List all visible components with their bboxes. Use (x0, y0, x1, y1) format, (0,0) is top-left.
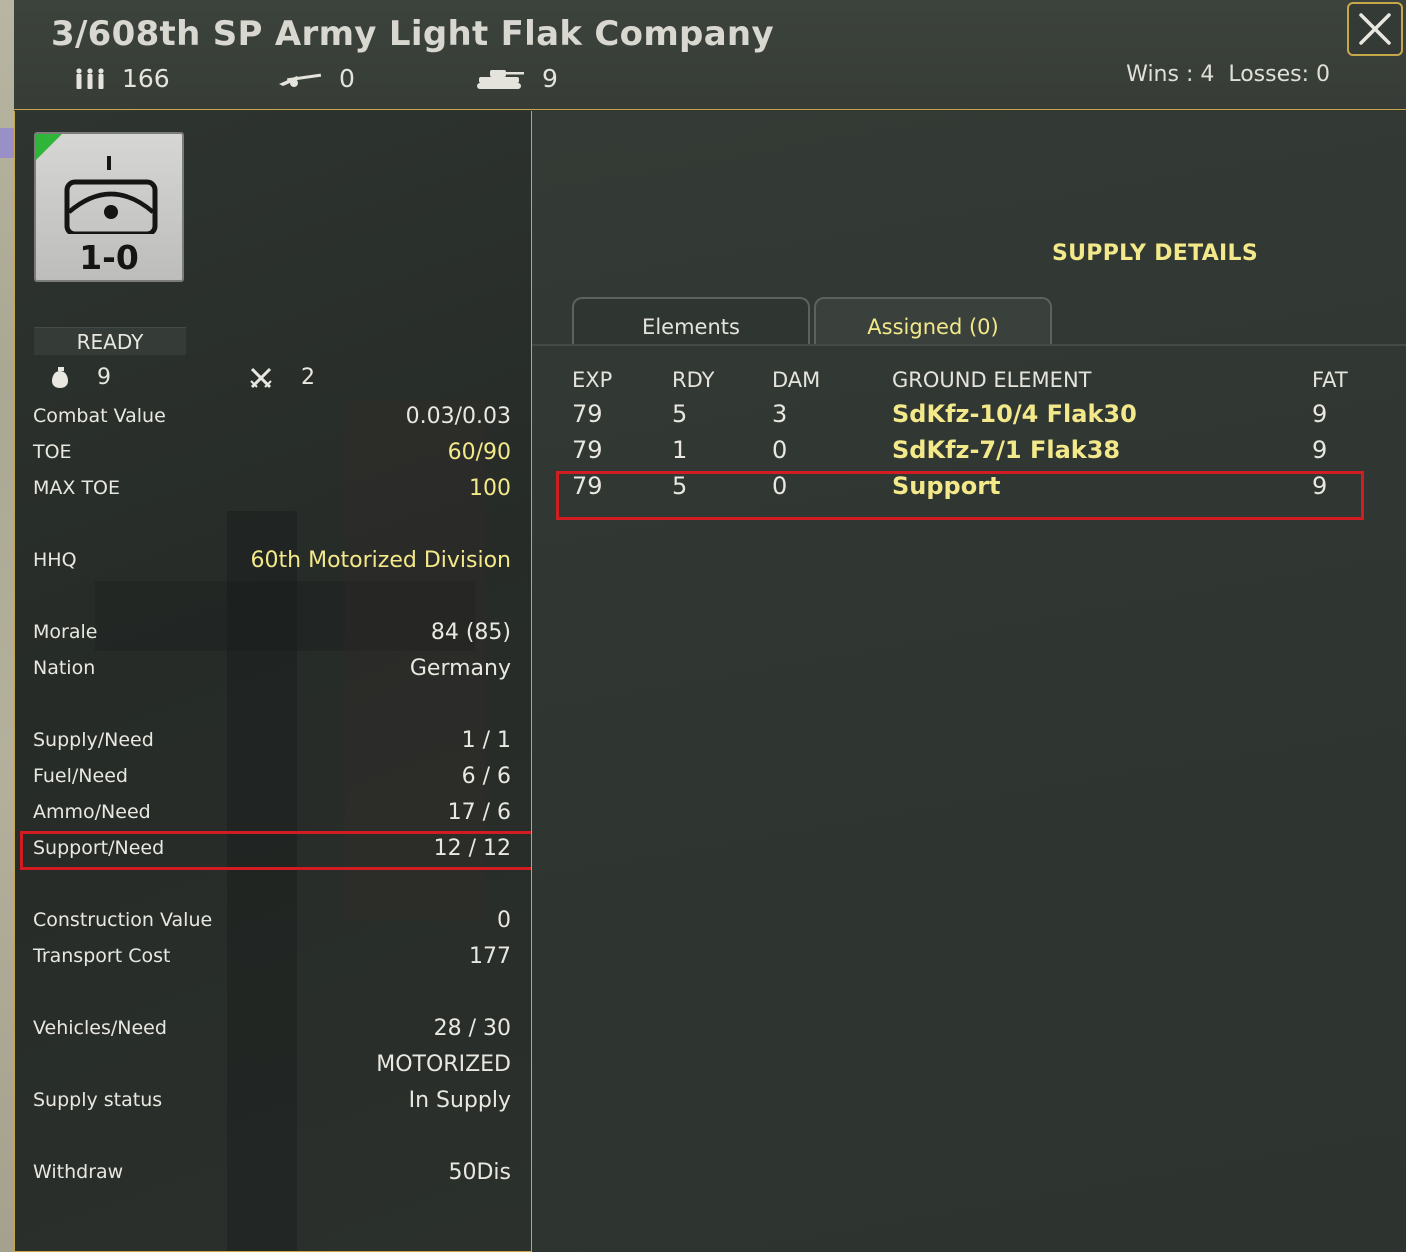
cell-ground-element[interactable]: SdKfz-10/4 Flak30 (892, 396, 1312, 432)
unit-info-panel: 1-0 READY 9 2 Combat Value 0.03/0.03 TOE… (14, 111, 532, 1252)
detail-row: Supply/Need 1 / 1 (33, 724, 511, 756)
hhq-link[interactable]: 60th Motorized Division (251, 548, 511, 573)
readiness-status: READY (34, 327, 186, 355)
supply-details-panel: SUPPLY DETAILS Elements Assigned (0) EXP… (532, 111, 1406, 1252)
detail-value: 28 / 30 (433, 1015, 511, 1041)
supply-details-title: SUPPLY DETAILS (1052, 241, 1259, 266)
detail-label: Morale (33, 621, 98, 643)
detail-label: Fuel/Need (33, 765, 128, 787)
table-header-row: EXP RDY DAM GROUND ELEMENT FAT (572, 364, 1372, 396)
table-row[interactable]: 79 5 3 SdKfz-10/4 Flak30 9 (572, 396, 1372, 432)
detail-value: 1 / 1 (461, 727, 511, 753)
strength-count: 2 (301, 365, 315, 390)
table-row[interactable]: 79 1 0 SdKfz-7/1 Flak38 9 (572, 432, 1372, 468)
unit-header: 3/608th SP Army Light Flak Company 166 0 (14, 0, 1406, 110)
column-header-fat[interactable]: FAT (1312, 364, 1372, 396)
cell-fat: 9 (1312, 400, 1328, 428)
cell-rdy: 5 (672, 400, 688, 428)
unit-detail-window: 3/608th SP Army Light Flak Company 166 0 (14, 0, 1406, 1252)
tab-divider (532, 344, 1406, 346)
detail-label: Vehicles/Need (33, 1017, 167, 1039)
close-icon (1359, 13, 1391, 45)
detail-row: TOE 60/90 (33, 436, 511, 468)
detail-label: Supply/Need (33, 729, 154, 751)
detail-label: Transport Cost (33, 945, 171, 967)
cell-dam: 3 (772, 400, 788, 428)
detail-row: Transport Cost 177 (33, 940, 511, 972)
detail-row: Vehicles/Need 28 / 30 (33, 1012, 511, 1044)
tank-icon (477, 69, 524, 89)
artillery-gun-icon (279, 73, 322, 87)
detail-value: 0.03/0.03 (405, 403, 511, 429)
flak-unit-symbol-icon (64, 156, 158, 234)
detail-label: TOE (33, 441, 72, 463)
detail-label: Construction Value (33, 909, 213, 931)
tab-assigned[interactable]: Assigned (0) (814, 297, 1052, 345)
crossed-swords-icon (250, 367, 272, 388)
detail-value: 100 (469, 475, 511, 501)
tab-elements[interactable]: Elements (572, 297, 810, 345)
unit-counter[interactable]: 1-0 (34, 132, 184, 282)
detail-row: Supply status In Supply (33, 1084, 511, 1116)
detail-value: 6 / 6 (461, 763, 511, 789)
detail-row: Ammo/Need 17 / 6 (33, 796, 511, 828)
afv-count: 9 (542, 64, 558, 93)
detail-value: 177 (469, 943, 511, 969)
infantry-icon (76, 67, 104, 89)
detail-row: Fuel/Need 6 / 6 (33, 760, 511, 792)
detail-row: MAX TOE 100 (33, 472, 511, 504)
map-tile (0, 128, 14, 158)
detail-label: Supply status (33, 1089, 163, 1111)
detail-row: MOTORIZED (33, 1048, 511, 1080)
unit-title: 3/608th SP Army Light Flak Company (51, 14, 774, 54)
detail-label: HHQ (33, 549, 77, 571)
detail-label: Nation (33, 657, 96, 679)
detail-row: Nation Germany (33, 652, 511, 684)
detail-value: Germany (409, 655, 511, 681)
strength-stat: 2 (249, 365, 315, 390)
detail-row: Withdraw 50Dis (33, 1156, 511, 1188)
guns-stat: 0 (277, 64, 355, 93)
afv-stat: 9 (476, 64, 558, 93)
win-loss-record: Wins : 4 Losses: 0 (1126, 62, 1330, 87)
men-count: 166 (122, 64, 170, 93)
detail-row: HHQ 60th Motorized Division (33, 544, 511, 576)
detail-value: 17 / 6 (447, 799, 511, 825)
detail-label: Combat Value (33, 405, 166, 427)
cell-exp: 79 (572, 436, 603, 464)
column-header-rdy[interactable]: RDY (672, 364, 772, 396)
cell-fat: 9 (1312, 436, 1328, 464)
detail-label: Ammo/Need (33, 801, 151, 823)
detail-value: 50Dis (448, 1159, 511, 1185)
ammo-stat: 9 (51, 365, 111, 390)
cell-ground-element[interactable]: SdKfz-7/1 Flak38 (892, 432, 1312, 468)
detail-value: 60/90 (447, 439, 511, 465)
cell-dam: 0 (772, 436, 788, 464)
ammo-count: 9 (97, 365, 111, 390)
column-header-dam[interactable]: DAM (772, 364, 892, 396)
detail-row: Construction Value 0 (33, 904, 511, 936)
detail-row: Combat Value 0.03/0.03 (33, 400, 511, 432)
detail-value: 84 (85) (430, 619, 511, 645)
support-need-highlight (20, 831, 531, 870)
column-header-exp[interactable]: EXP (572, 364, 672, 396)
detail-value: 0 (497, 907, 511, 933)
detail-value: In Supply (408, 1087, 511, 1113)
motorized-type: MOTORIZED (376, 1051, 511, 1077)
close-button[interactable] (1347, 2, 1403, 56)
counter-strength: 1-0 (79, 238, 139, 277)
cell-exp: 79 (572, 400, 603, 428)
guns-count: 0 (339, 64, 355, 93)
men-stat: 166 (74, 64, 170, 93)
grenade-icon (52, 366, 68, 388)
column-header-ground-element[interactable]: GROUND ELEMENT (892, 364, 1312, 396)
detail-label: MAX TOE (33, 477, 121, 499)
support-row-highlight (556, 471, 1364, 520)
detail-row: Morale 84 (85) (33, 616, 511, 648)
detail-label: Withdraw (33, 1161, 124, 1183)
map-background (0, 0, 14, 1252)
cell-rdy: 1 (672, 436, 688, 464)
